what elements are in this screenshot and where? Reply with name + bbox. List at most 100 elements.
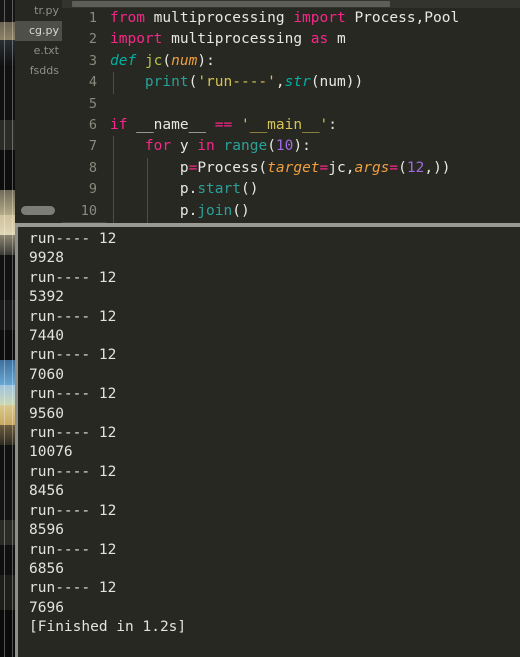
code-line-text[interactable]: p.join() [106, 200, 520, 222]
code-line-text[interactable]: import multiprocessing as m [106, 29, 520, 50]
line-number: 4 [62, 72, 106, 94]
indent-guide [113, 157, 114, 180]
indent-guide [147, 157, 148, 180]
line-number: 7 [62, 136, 106, 158]
line-number: 3 [62, 50, 106, 73]
code-token: if [110, 116, 128, 133]
code-token: range [223, 138, 268, 155]
console-output-lines: run---- 12 9928 run---- 12 5392 run---- 12 74… [18, 230, 520, 657]
code-line-text[interactable]: p.start() [106, 179, 520, 201]
code-line[interactable]: 2 import multiprocessing as m [62, 29, 520, 51]
code-token: from [110, 10, 145, 26]
code-token: join [197, 202, 233, 219]
indent-guide [147, 200, 148, 222]
code-token: args [354, 159, 390, 176]
code-token: == [214, 116, 233, 133]
code-line-text[interactable]: p=Process(target=jc,args=(12,)) [106, 157, 520, 180]
code-line-text[interactable] [106, 94, 520, 115]
console-output-line: run---- 12 [29, 463, 117, 480]
console-output-line: run---- 12 [29, 308, 117, 325]
console-output-line: run---- 12 [29, 580, 117, 597]
code-line-text[interactable]: def jc(num): [106, 51, 520, 72]
code-token: print [144, 74, 189, 91]
build-output-console[interactable]: run---- 12 9928 run---- 12 5392 run---- 12 74… [15, 227, 520, 657]
console-output-line: [Finished in 1.2s] [29, 619, 187, 636]
console-output-line: 8596 [29, 522, 64, 539]
sidebar-file-item[interactable]: tr.py [15, 1, 62, 21]
code-line-text[interactable]: from multiprocessing import Process,Pool [106, 8, 520, 29]
console-output-line: 7060 [29, 366, 64, 383]
indent-guide [147, 179, 148, 201]
code-line[interactable]: 10 p.join() [62, 200, 520, 222]
code-token: 12 [406, 159, 425, 176]
code-token: __name__ [136, 116, 207, 133]
code-token: p. [110, 181, 198, 198]
code-token: ( [188, 74, 198, 91]
code-token: multiprocessing [144, 10, 294, 26]
console-output-line: 9560 [29, 405, 64, 422]
code-line[interactable]: 5 [62, 93, 520, 115]
code-token: = [188, 159, 198, 176]
sidebar-file-item[interactable]: fsdds [15, 61, 62, 81]
code-editor-pane[interactable]: 1 from multiprocessing import Process,Poo… [62, 0, 520, 223]
code-token: () [232, 202, 250, 219]
code-line-text[interactable]: print('run----',str(num)) [106, 72, 520, 94]
code-token: p [110, 159, 189, 176]
sidebar-file-item[interactable]: cg.py [15, 21, 62, 41]
code-token: num [171, 52, 198, 69]
code-token: as [310, 31, 329, 48]
editor-horizontal-scrollbar-thumb[interactable] [72, 1, 390, 7]
sidebar-file-list[interactable]: tr.py cg.py e.txt fsdds [15, 0, 63, 223]
code-token: start [197, 181, 241, 198]
code-token: y [171, 138, 198, 155]
code-token: 10 [275, 138, 294, 155]
indent-guide [113, 72, 114, 94]
code-token: ,)) [424, 159, 451, 176]
code-lines-container[interactable]: 1 from multiprocessing import Process,Poo… [62, 8, 520, 223]
line-number: 10 [62, 200, 106, 222]
editor-horizontal-scrollbar-track[interactable] [62, 0, 520, 8]
line-number: 9 [62, 179, 106, 201]
code-token: ( [398, 159, 407, 176]
console-output-line: run---- 12 [29, 231, 117, 247]
code-token: ): [197, 52, 215, 69]
code-line[interactable]: 6 if __name__ == '__main__': [62, 114, 520, 137]
line-number: 2 [62, 29, 106, 51]
code-line[interactable]: 3 def jc(num): [62, 50, 520, 73]
code-line[interactable]: 1 from multiprocessing import Process,Poo… [62, 8, 520, 30]
console-output-line: run---- 12 [29, 347, 117, 364]
code-token: ( [267, 138, 276, 155]
console-output-line: run---- 12 [29, 269, 117, 286]
code-line[interactable]: 7 for y in range(10): [62, 136, 520, 158]
code-token: ( [162, 52, 172, 69]
code-token: in [197, 138, 215, 155]
code-token: '__main__' [240, 116, 329, 133]
code-token: str [284, 74, 311, 91]
indent-guide [113, 136, 114, 158]
code-line[interactable]: 9 p.start() [62, 179, 520, 201]
code-token: for [144, 138, 172, 155]
code-token: def [110, 52, 137, 69]
sidebar-file-item[interactable]: e.txt [15, 41, 62, 61]
sidebar-horizontal-scrollbar[interactable] [21, 206, 55, 215]
code-line-text[interactable]: for y in range(10): [106, 136, 520, 158]
code-token: multiprocessing [162, 31, 311, 48]
console-output-line: 5392 [29, 289, 64, 306]
indent-guide [113, 179, 114, 201]
code-line-text[interactable]: if __name__ == '__main__': [106, 115, 520, 136]
console-output-line: 9928 [29, 250, 64, 267]
code-token: p. [110, 202, 198, 219]
code-token: m [328, 31, 346, 48]
code-line[interactable]: 4 print('run----',str(num)) [62, 72, 520, 94]
console-output-line: run---- 12 [29, 502, 117, 519]
line-number: 6 [62, 114, 106, 137]
window-edge-line [4, 0, 5, 657]
code-token: : [328, 116, 338, 133]
console-output-line: run---- 12 [29, 541, 117, 558]
code-line[interactable]: 8 p=Process(target=jc,args=(12,)) [62, 157, 520, 180]
console-output-line: 10076 [29, 444, 73, 461]
line-number: 5 [62, 93, 106, 115]
